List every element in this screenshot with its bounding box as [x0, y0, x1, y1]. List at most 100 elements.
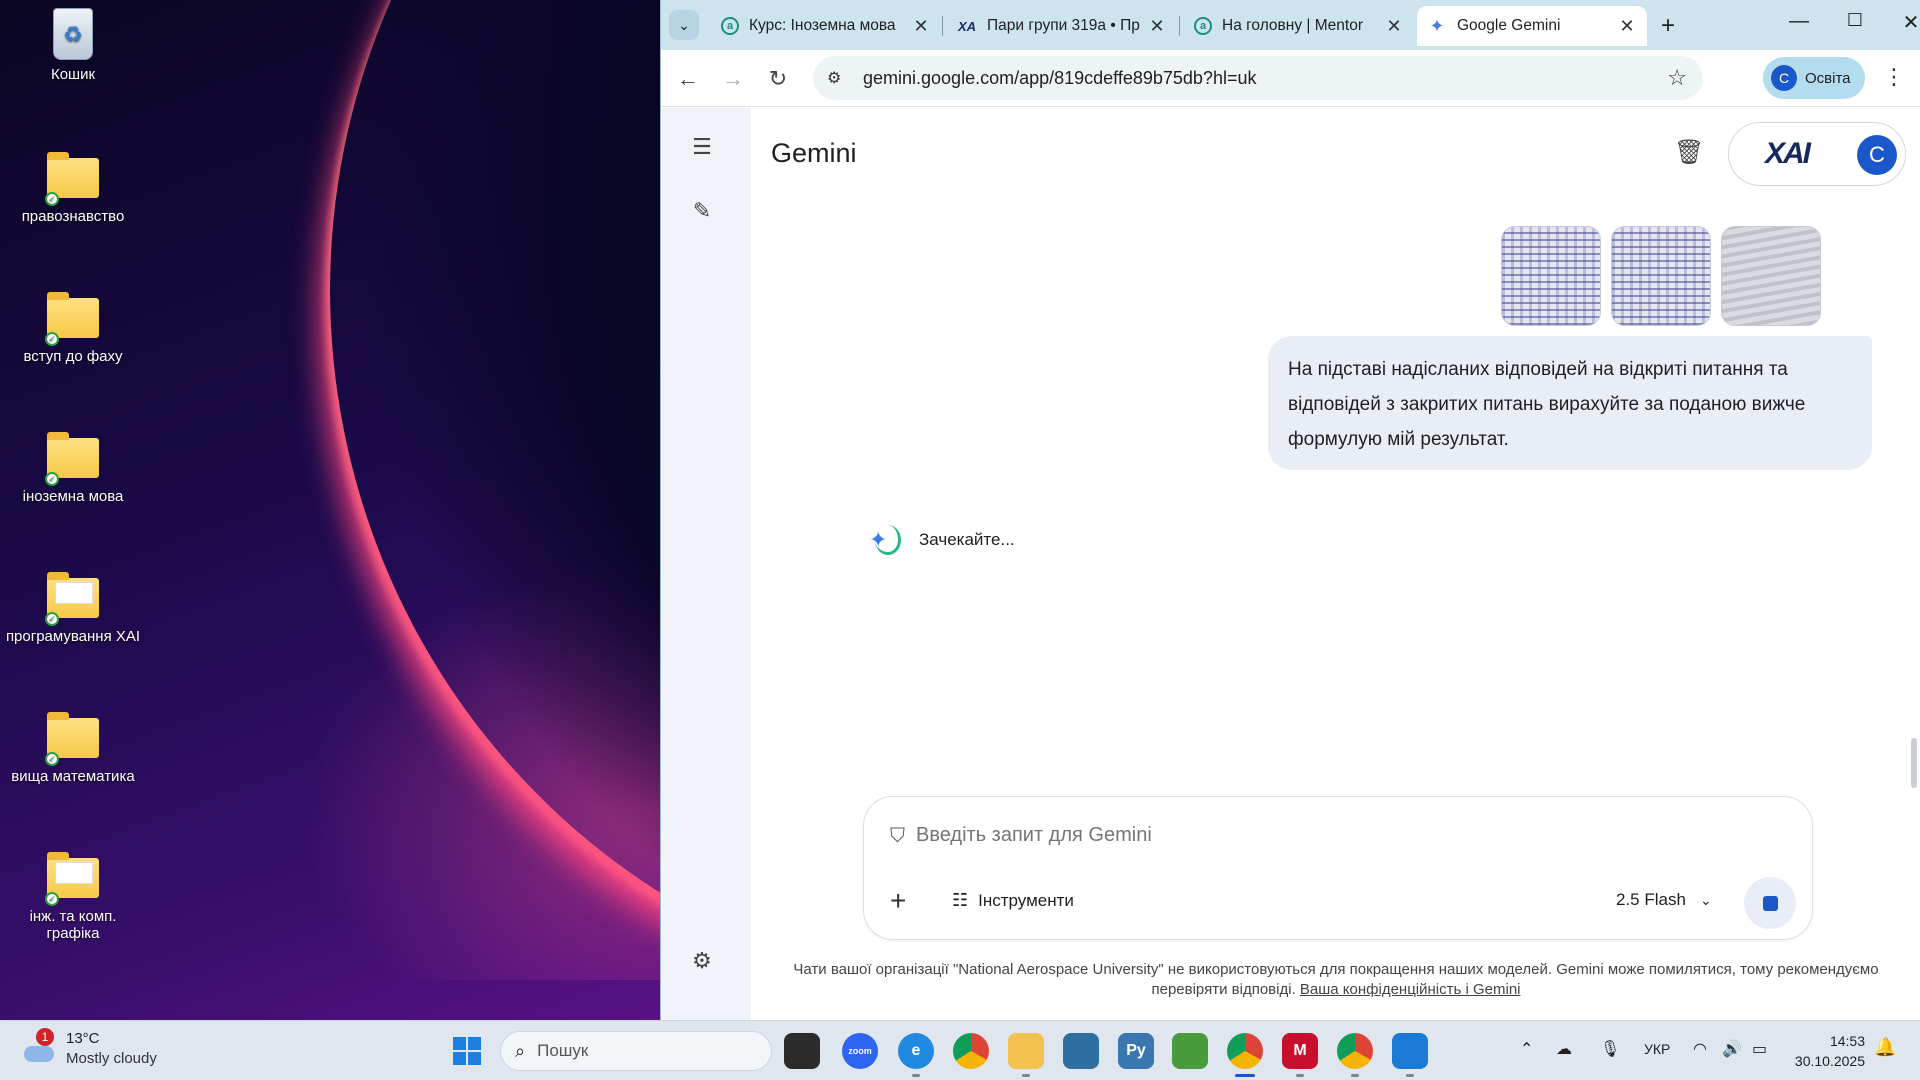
tab-group-schedule[interactable]: XA Пари групи 319а • Пр ✕ [947, 6, 1177, 46]
tab-search-button[interactable]: ⌄ [669, 10, 699, 40]
delete-chat-icon[interactable]: 🗑 [1674, 138, 1704, 167]
microphone-icon[interactable]: 🎙 [1600, 1039, 1620, 1059]
prompt-input[interactable] [916, 824, 1616, 847]
chevron-up-icon[interactable]: ⌃ [1520, 1039, 1533, 1059]
desktop-icon-folder[interactable]: ✓ іноземна мова [0, 430, 146, 505]
attached-image-thumbnail[interactable] [1721, 226, 1821, 326]
attached-image-thumbnail[interactable] [1611, 226, 1711, 326]
avatar[interactable]: C [1857, 135, 1897, 175]
sync-check-icon: ✓ [45, 192, 59, 206]
mentor-icon: a [721, 17, 739, 35]
onedrive-cloud-icon[interactable]: ☁ [1556, 1039, 1572, 1059]
tab-strip: ⌄ a Курс: Іноземна мова ✕ XA Пари групи … [661, 0, 1920, 50]
desktop-icon-folder[interactable]: ✓ вступ до фаху [0, 290, 146, 365]
sync-check-icon: ✓ [45, 472, 59, 486]
shield-icon: ⛉ [890, 825, 905, 847]
tab-google-gemini[interactable]: ✦ Google Gemini ✕ [1417, 6, 1647, 46]
desktop-icon-label: іноземна мова [22, 488, 124, 505]
tab-title: Курс: Іноземна мова [749, 17, 896, 34]
chrome-icon[interactable] [953, 1033, 989, 1069]
xai-logo: XAI [1765, 137, 1811, 170]
privacy-link[interactable]: Ваша конфіденційність і Gemini [1300, 981, 1521, 998]
taskbar: 1 13°C Mostly cloudy ⌕ Пошук zoom e Py M… [0, 1020, 1920, 1080]
new-chat-icon[interactable]: ✎ [687, 198, 717, 228]
weather-widget[interactable]: 1 13°C Mostly cloudy [22, 1028, 157, 1069]
tab-mentor-home[interactable]: a На головну | Mentor ✕ [1184, 6, 1414, 46]
model-label: 2.5 Flash [1616, 890, 1686, 909]
response-loading: ✦ Зачекайте... [869, 525, 1015, 555]
taskbar-search[interactable]: ⌕ Пошук [500, 1031, 772, 1071]
language-indicator[interactable]: УКР [1644, 1041, 1670, 1057]
window-close-button[interactable]: ✕ [1891, 10, 1920, 35]
close-icon[interactable]: ✕ [1384, 16, 1404, 37]
desktop-icon-recycle-bin[interactable]: ♻ Кошик [0, 8, 146, 83]
gemini-main: Gemini 🗑 XAI C На підставі надісланих ві… [751, 108, 1920, 1020]
avatar: C [1771, 65, 1797, 91]
close-icon[interactable]: ✕ [911, 16, 931, 37]
address-bar[interactable]: ⚙ gemini.google.com/app/819cdeffe89b75db… [813, 56, 1703, 100]
settings-gear-icon[interactable]: ⚙ [687, 948, 717, 978]
clock[interactable]: 14:53 30.10.2025 [1793, 1031, 1865, 1071]
desktop-icon-folder[interactable]: ✓ програмування ХАІ [0, 570, 146, 645]
menu-icon[interactable]: ☰ [687, 134, 717, 164]
gemini-icon: ✦ [1429, 15, 1445, 36]
desktop-icon-folder[interactable]: ✓ інж. та комп. графіка [0, 850, 146, 942]
chrome-alt-icon[interactable] [1337, 1033, 1373, 1077]
disclaimer: Чати вашої організації "National Aerospa… [781, 960, 1891, 1000]
scrollbar[interactable] [1911, 738, 1917, 788]
close-icon[interactable]: ✕ [1147, 16, 1167, 37]
zoom-icon[interactable]: zoom [842, 1033, 878, 1069]
model-selector[interactable]: 2.5 Flash ⌄ [1616, 890, 1712, 910]
account-switcher[interactable]: XAI C [1728, 122, 1906, 186]
python-icon[interactable]: Py [1118, 1033, 1154, 1069]
chrome-profile-icon[interactable] [1227, 1033, 1263, 1077]
image-app-icon[interactable] [1172, 1033, 1208, 1069]
forward-button[interactable]: → [718, 66, 748, 92]
file-explorer-icon[interactable] [1008, 1033, 1044, 1077]
sync-check-icon: ✓ [45, 892, 59, 906]
task-view-icon[interactable] [784, 1033, 820, 1069]
edge-icon[interactable]: e [898, 1033, 934, 1077]
attached-image-thumbnail[interactable] [1501, 226, 1601, 326]
notification-bell-icon[interactable]: 🔔 [1874, 1037, 1896, 1058]
more-menu-icon[interactable]: ⋮ [1883, 64, 1905, 90]
tab-course-foreign-language[interactable]: a Курс: Іноземна мова ✕ [711, 6, 941, 46]
bookmark-star-icon[interactable]: ☆ [1667, 65, 1687, 91]
keyboard-app-icon[interactable] [1063, 1033, 1099, 1069]
maximize-button[interactable]: ☐ [1835, 10, 1875, 31]
desktop-icon-folder[interactable]: ✓ вища математика [0, 710, 146, 785]
start-button[interactable] [453, 1037, 481, 1065]
new-tab-button[interactable]: + [1661, 12, 1675, 40]
tools-button[interactable]: ☷ Інструменти [952, 890, 1074, 911]
prompt-composer: ⛉ + ☷ Інструменти 2.5 Flash ⌄ [863, 796, 1813, 940]
minimize-button[interactable]: — [1779, 10, 1819, 33]
mentor-icon: a [1194, 17, 1212, 35]
desktop-icon-label: вища математика [11, 768, 135, 785]
desktop-icon-folder[interactable]: ✓ правознавство [0, 150, 146, 225]
profile-button[interactable]: C Освіта [1763, 57, 1865, 99]
chevron-down-icon: ⌄ [1699, 892, 1712, 908]
wifi-icon[interactable]: ◠ [1693, 1039, 1707, 1059]
sync-check-icon: ✓ [45, 752, 59, 766]
search-icon: ⌕ [515, 1040, 526, 1061]
add-attachment-button[interactable]: + [890, 885, 906, 917]
tab-title: Пари групи 319а • Пр [987, 17, 1140, 34]
volume-icon[interactable]: 🔊 [1722, 1039, 1742, 1059]
back-button[interactable]: ← [673, 66, 703, 92]
close-icon[interactable]: ✕ [1617, 16, 1637, 37]
url-text[interactable]: gemini.google.com/app/819cdeffe89b75db?h… [863, 68, 1256, 89]
page-title[interactable]: Gemini [771, 138, 857, 169]
tab-title: На головну | Mentor [1222, 17, 1363, 34]
search-placeholder: Пошук [537, 1041, 589, 1060]
tab-title: Google Gemini [1457, 17, 1561, 34]
stop-generation-button[interactable] [1744, 877, 1796, 929]
reload-button[interactable]: ↻ [763, 66, 793, 92]
mcafee-shield-icon[interactable]: M [1282, 1033, 1318, 1077]
sync-check-icon: ✓ [45, 612, 59, 626]
battery-icon[interactable]: ▭ [1752, 1039, 1767, 1059]
site-settings-icon[interactable]: ⚙ [827, 68, 851, 88]
desktop-icon-label: програмування ХАІ [5, 628, 141, 645]
gemini-sidebar: ☰ ✎ ⚙ [661, 108, 751, 1020]
browser-toolbar: ← → ↻ ⚙ gemini.google.com/app/819cdeffe8… [661, 50, 1920, 107]
photos-icon[interactable] [1392, 1033, 1428, 1077]
